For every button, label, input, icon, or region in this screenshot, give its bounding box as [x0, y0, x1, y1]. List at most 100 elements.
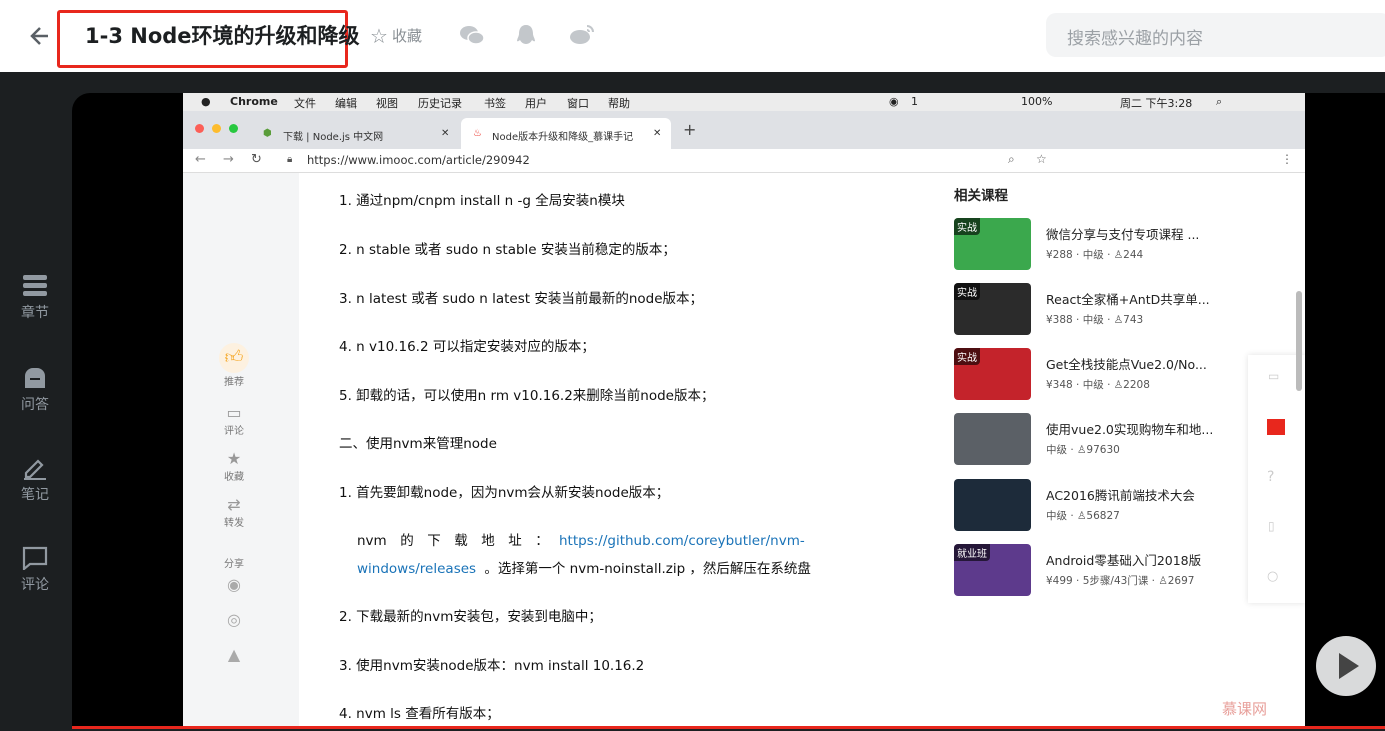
imooc-icon: ♨ — [473, 128, 482, 139]
chat-icon — [25, 368, 45, 388]
progress-bar[interactable] — [72, 726, 1385, 729]
course-card[interactable]: 实战 Get全栈技能点Vue2.0/No... ¥348 · 中级 · ♙2208 — [954, 348, 1224, 400]
url-field[interactable]: https://www.imooc.com/article/290942 — [307, 153, 530, 167]
download-link[interactable]: https://github.com/coreybutler/nvm- — [559, 533, 805, 549]
article-line: 3. n latest 或者 sudo n latest 安装当前最新的node… — [339, 291, 704, 307]
menu-item: 窗口 — [567, 97, 589, 110]
course-name: Android零基础入门2018版 — [1046, 553, 1202, 568]
apple-icon: ● — [201, 95, 211, 108]
download-line-2: windows/releases 。选择第一个 nvm-noinstall.zi… — [357, 557, 811, 577]
phone-icon[interactable]: ▯ — [1268, 519, 1275, 533]
article-line: 2. n stable 或者 sudo n stable 安装当前稳定的版本； — [339, 242, 676, 258]
back-arrow-icon[interactable] — [28, 22, 52, 50]
search-placeholder: 搜索感兴趣的内容 — [1067, 29, 1203, 49]
nav-chapters[interactable]: 章节 — [0, 274, 70, 322]
course-card[interactable]: 就业班 Android零基础入门2018版 ¥499 · 5步骤/43门课 · ♙2… — [954, 544, 1224, 596]
floating-toolbar: ▭ ? ▯ ○ — [1248, 355, 1305, 603]
qq-icon[interactable] — [515, 24, 541, 46]
new-tab-icon[interactable]: + — [683, 120, 696, 139]
tab-nodejs[interactable]: ⬢ 下载 | Node.js 中文网 ✕ — [255, 118, 457, 149]
comment-icon — [22, 546, 48, 570]
reload-icon[interactable]: ↻ — [251, 152, 262, 167]
app-name: Chrome — [230, 95, 278, 108]
download-link-cont[interactable]: windows/releases — [357, 561, 476, 577]
comment-label: 评论 — [224, 426, 244, 437]
recommend-label: 推荐 — [224, 377, 244, 388]
course-meta: ¥348 · 中级 · ♙2208 — [1046, 379, 1150, 391]
bookmark-star-icon[interactable]: ☆ — [1036, 152, 1047, 166]
course-tag: 实战 — [954, 348, 980, 365]
nav-label: 问答 — [21, 397, 49, 413]
menu-item: 用户 — [525, 97, 547, 110]
wechat-icon[interactable] — [459, 24, 485, 46]
course-thumbnail — [954, 479, 1031, 531]
menu-item: 帮助 — [608, 97, 630, 110]
article-body: 1. 通过npm/cnpm install n -g 全局安装n模块 2. n … — [299, 173, 932, 726]
zoom-icon[interactable]: ⌕ — [1008, 152, 1015, 167]
nav-comments[interactable]: 评论 — [0, 546, 70, 594]
course-meta: 中级 · ♙56827 — [1046, 510, 1120, 522]
tab-imooc[interactable]: ♨ Node版本升级和降级_慕课手记 ✕ — [461, 118, 671, 149]
more-menu-icon[interactable]: ⋮ — [1281, 152, 1293, 166]
play-button[interactable] — [1316, 636, 1376, 696]
course-name: AC2016腾讯前端技术大会 — [1046, 488, 1195, 503]
recommend-button[interactable]: 👍︎ 推荐 — [209, 343, 259, 388]
article-line: 2. 下载最新的nvm安装包，安装到电脑中； — [339, 609, 602, 625]
forward-icon[interactable]: → — [223, 152, 234, 167]
menu-item: 书签 — [484, 97, 506, 110]
scrollbar[interactable] — [1296, 291, 1302, 391]
course-name: React全家桶+AntD共享单... — [1046, 292, 1210, 307]
comment-button[interactable]: ▭ 评论 — [209, 403, 259, 437]
related-courses-panel: 相关课程 实战 微信分享与支付专项课程 ... ¥288 · 中级 · ♙244 实战… — [932, 173, 1305, 726]
close-tab-icon[interactable]: ✕ — [653, 128, 661, 139]
nav-label: 评论 — [21, 577, 49, 593]
course-card[interactable]: 实战 React全家桶+AntD共享单... ¥388 · 中级 · ♙743 — [954, 283, 1224, 335]
nav-qa[interactable]: 问答 — [0, 366, 70, 414]
wechat-count: 1 — [911, 95, 918, 108]
article-line: 1. 通过npm/cnpm install n -g 全局安装n模块 — [339, 193, 625, 209]
course-card[interactable]: 实战 微信分享与支付专项课程 ... ¥288 · 中级 · ♙244 — [954, 218, 1224, 270]
nav-notes[interactable]: 笔记 — [0, 456, 70, 504]
download-suffix: 。选择第一个 nvm-noinstall.zip ，然后解压在系统盘 — [484, 561, 811, 577]
help-icon[interactable]: ? — [1267, 469, 1274, 485]
back-icon[interactable]: ← — [195, 152, 206, 167]
close-window-dot[interactable] — [195, 124, 204, 133]
search-input[interactable]: 搜索感兴趣的内容 — [1046, 13, 1385, 57]
related-heading: 相关课程 — [954, 188, 1008, 204]
gift-icon[interactable] — [1267, 419, 1285, 435]
nav-label: 章节 — [21, 305, 49, 321]
thumbs-up-icon: 👍︎ — [219, 343, 249, 373]
pen-icon — [24, 459, 46, 480]
tab-title: 下载 | Node.js 中文网 — [283, 132, 384, 143]
qq-share-icon[interactable]: ▲ — [209, 645, 259, 664]
course-name: 微信分享与支付专项课程 ... — [1046, 227, 1200, 242]
search-icon: ⌕ — [1216, 95, 1223, 108]
collect-button[interactable]: ★ 收藏 — [209, 449, 259, 483]
feedback-icon[interactable]: ▭ — [1268, 369, 1279, 383]
course-meta: ¥499 · 5步骤/43门课 · ♙2697 — [1046, 575, 1195, 587]
article-line: 3. 使用nvm安装node版本：nvm install 10.16.2 — [339, 658, 645, 674]
download-line: nvm 的 下 载 地 址 ： https://github.com/corey… — [357, 529, 805, 549]
course-card[interactable]: 使用vue2.0实现购物车和地... 中级 · ♙97630 — [954, 413, 1224, 465]
close-tab-icon[interactable]: ✕ — [441, 128, 449, 139]
weibo-share-icon[interactable]: ◎ — [209, 610, 259, 629]
download-prefix: nvm 的 下 载 地 址 ： — [357, 533, 549, 549]
favorite-button[interactable]: ☆ 收藏 — [370, 24, 422, 48]
nav-label: 笔记 — [21, 487, 49, 503]
weibo-icon[interactable] — [569, 24, 595, 46]
chat-bubble-icon[interactable]: ○ — [1267, 569, 1278, 584]
course-card[interactable]: AC2016腾讯前端技术大会 中级 · ♙56827 — [954, 479, 1224, 531]
minimize-window-dot[interactable] — [212, 124, 221, 133]
course-tag: 实战 — [954, 218, 980, 235]
page-title: 1-3 Node环境的升级和降级 — [85, 24, 360, 48]
course-meta: ¥388 · 中级 · ♙743 — [1046, 314, 1144, 326]
maximize-window-dot[interactable] — [229, 124, 238, 133]
wechat-status-icon: ◉ — [889, 95, 899, 108]
comment-icon: ▭ — [226, 403, 242, 422]
repost-button[interactable]: ⇄ 转发 — [209, 495, 259, 529]
web-page: 👍︎ 推荐 ▭ 评论 ★ 收藏 ⇄ 转发 分享 ◉ ◎ ▲ 1. 通过npm/c… — [183, 173, 1305, 726]
course-tag: 就业班 — [954, 544, 990, 561]
left-nav: 章节 问答 笔记 评论 — [0, 72, 72, 731]
wechat-share-icon[interactable]: ◉ — [209, 575, 259, 594]
menu-item: 历史记录 — [418, 97, 462, 110]
